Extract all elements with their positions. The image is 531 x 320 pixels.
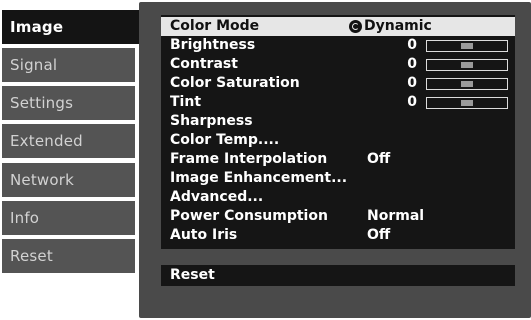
menu-item-brightness[interactable]: Brightness 0 <box>161 36 515 55</box>
menu-item-color-temp[interactable]: Color Temp.... <box>161 131 515 150</box>
menu-item-color-saturation[interactable]: Color Saturation 0 <box>161 74 515 93</box>
tab-label: Signal <box>10 56 58 74</box>
item-label: Brightness <box>170 37 256 53</box>
item-label: Color Saturation <box>170 75 300 91</box>
menu-item-color-mode[interactable]: Color Mode Dynamic <box>161 17 515 36</box>
brightness-slider[interactable] <box>426 40 508 52</box>
menu-item-tint[interactable]: Tint 0 <box>161 93 515 112</box>
settings-list: Color Mode Dynamic Brightness 0 Contrast… <box>161 15 515 249</box>
slider-knob[interactable] <box>461 81 473 87</box>
tab-image[interactable]: Image <box>2 10 139 44</box>
item-value: 0 <box>407 56 417 72</box>
tab-info[interactable]: Info <box>2 201 135 235</box>
color-saturation-slider[interactable] <box>426 78 508 90</box>
tab-label: Info <box>10 209 40 227</box>
item-value: Off <box>367 151 391 167</box>
item-value: Dynamic <box>364 18 432 34</box>
menu-item-advanced[interactable]: Advanced... <box>161 188 515 207</box>
item-value: 0 <box>407 94 417 110</box>
item-label: Contrast <box>170 56 238 72</box>
menu-item-contrast[interactable]: Contrast 0 <box>161 55 515 74</box>
menu-tabs: Image Signal Settings Extended Network I… <box>0 0 139 290</box>
reset-button[interactable]: Reset <box>161 265 515 286</box>
slider-knob[interactable] <box>461 62 473 68</box>
contrast-slider[interactable] <box>426 59 508 71</box>
tab-label: Settings <box>10 94 74 112</box>
item-label: Power Consumption <box>170 208 328 224</box>
projector-menu: Image Signal Settings Extended Network I… <box>0 0 531 320</box>
menu-item-frame-interpolation[interactable]: Frame Interpolation Off <box>161 150 515 169</box>
item-label: Image Enhancement... <box>170 170 348 186</box>
item-label: Color Temp.... <box>170 132 280 148</box>
dynamic-mode-icon <box>349 20 362 33</box>
tab-reset[interactable]: Reset <box>2 239 135 273</box>
menu-item-sharpness[interactable]: Sharpness <box>161 112 515 131</box>
tab-signal[interactable]: Signal <box>2 48 135 82</box>
tint-slider[interactable] <box>426 97 508 109</box>
reset-label: Reset <box>170 267 215 283</box>
item-label: Advanced... <box>170 189 264 205</box>
item-label: Frame Interpolation <box>170 151 328 167</box>
slider-knob[interactable] <box>461 43 473 49</box>
menu-item-power-consumption[interactable]: Power Consumption Normal <box>161 207 515 226</box>
tab-extended[interactable]: Extended <box>2 124 135 158</box>
item-label: Auto Iris <box>170 227 238 243</box>
item-value: Off <box>367 227 391 243</box>
item-value: 0 <box>407 75 417 91</box>
item-label: Color Mode <box>170 18 260 34</box>
settings-panel: Color Mode Dynamic Brightness 0 Contrast… <box>139 2 531 318</box>
tab-label: Reset <box>10 247 53 265</box>
tab-label: Extended <box>10 132 83 150</box>
item-value: 0 <box>407 37 417 53</box>
tab-label: Network <box>10 171 75 189</box>
item-label: Sharpness <box>170 113 253 129</box>
slider-knob[interactable] <box>461 100 473 106</box>
menu-item-image-enhancement[interactable]: Image Enhancement... <box>161 169 515 188</box>
item-label: Tint <box>170 94 202 110</box>
item-value: Normal <box>367 208 425 224</box>
menu-item-auto-iris[interactable]: Auto Iris Off <box>161 226 515 245</box>
tab-settings[interactable]: Settings <box>2 86 135 120</box>
tab-network[interactable]: Network <box>2 163 135 197</box>
tab-label: Image <box>10 18 64 36</box>
